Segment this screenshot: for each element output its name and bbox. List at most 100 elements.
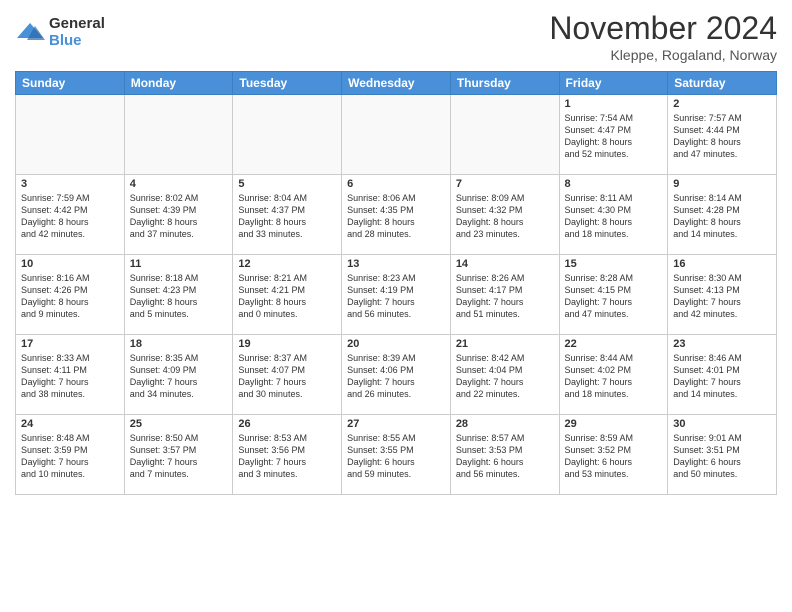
day-info: Sunrise: 8:33 AM Sunset: 4:11 PM Dayligh…: [21, 352, 119, 401]
day-info: Sunrise: 7:57 AM Sunset: 4:44 PM Dayligh…: [673, 112, 771, 161]
table-row: 29 Sunrise: 8:59 AM Sunset: 3:52 PM Dayli…: [559, 415, 668, 495]
logo-general-label: General: [49, 16, 105, 33]
day-info: Sunrise: 8:23 AM Sunset: 4:19 PM Dayligh…: [347, 272, 445, 321]
calendar-table: Sunday Monday Tuesday Wednesday Thursday…: [15, 71, 777, 495]
logo: General Blue: [15, 16, 105, 49]
day-number: 24: [21, 418, 119, 430]
week-row-4: 17 Sunrise: 8:33 AM Sunset: 4:11 PM Dayli…: [16, 335, 777, 415]
table-row: 24 Sunrise: 8:48 AM Sunset: 3:59 PM Dayli…: [16, 415, 125, 495]
day-info: Sunrise: 8:18 AM Sunset: 4:23 PM Dayligh…: [130, 272, 228, 321]
location-subtitle: Kleppe, Rogaland, Norway: [549, 47, 777, 63]
day-number: 8: [565, 178, 663, 190]
day-number: 25: [130, 418, 228, 430]
table-row: 1 Sunrise: 7:54 AM Sunset: 4:47 PM Daylig…: [559, 95, 668, 175]
day-number: 30: [673, 418, 771, 430]
week-row-2: 3Sunrise: 7:59 AM Sunset: 4:42 PM Daylig…: [16, 175, 777, 255]
col-thursday: Thursday: [450, 72, 559, 95]
logo-text: General Blue: [49, 16, 105, 49]
table-row: 6 Sunrise: 8:06 AM Sunset: 4:35 PM Daylig…: [342, 175, 451, 255]
logo-blue-label: Blue: [49, 33, 105, 50]
table-row: 25 Sunrise: 8:50 AM Sunset: 3:57 PM Dayli…: [124, 415, 233, 495]
day-number: 3: [21, 178, 119, 190]
col-monday: Monday: [124, 72, 233, 95]
day-number: 18: [130, 338, 228, 350]
table-row: 3Sunrise: 7:59 AM Sunset: 4:42 PM Daylig…: [16, 175, 125, 255]
day-info: Sunrise: 9:01 AM Sunset: 3:51 PM Dayligh…: [673, 432, 771, 481]
col-sunday: Sunday: [16, 72, 125, 95]
day-info: Sunrise: 8:28 AM Sunset: 4:15 PM Dayligh…: [565, 272, 663, 321]
day-info: Sunrise: 8:09 AM Sunset: 4:32 PM Dayligh…: [456, 192, 554, 241]
day-info: Sunrise: 8:48 AM Sunset: 3:59 PM Dayligh…: [21, 432, 119, 481]
day-number: 23: [673, 338, 771, 350]
day-number: 29: [565, 418, 663, 430]
day-number: 2: [673, 98, 771, 110]
day-number: 15: [565, 258, 663, 270]
day-info: Sunrise: 8:26 AM Sunset: 4:17 PM Dayligh…: [456, 272, 554, 321]
table-row: 17 Sunrise: 8:33 AM Sunset: 4:11 PM Dayli…: [16, 335, 125, 415]
table-row: [342, 95, 451, 175]
day-info: Sunrise: 8:11 AM Sunset: 4:30 PM Dayligh…: [565, 192, 663, 241]
day-info: Sunrise: 8:06 AM Sunset: 4:35 PM Dayligh…: [347, 192, 445, 241]
title-area: November 2024 Kleppe, Rogaland, Norway: [549, 10, 777, 63]
day-number: 14: [456, 258, 554, 270]
day-info: Sunrise: 8:16 AM Sunset: 4:26 PM Dayligh…: [21, 272, 119, 321]
day-info: Sunrise: 8:04 AM Sunset: 4:37 PM Dayligh…: [238, 192, 336, 241]
table-row: 7 Sunrise: 8:09 AM Sunset: 4:32 PM Daylig…: [450, 175, 559, 255]
table-row: 15 Sunrise: 8:28 AM Sunset: 4:15 PM Dayli…: [559, 255, 668, 335]
table-row: 16 Sunrise: 8:30 AM Sunset: 4:13 PM Dayli…: [668, 255, 777, 335]
day-number: 6: [347, 178, 445, 190]
day-number: 21: [456, 338, 554, 350]
day-info: Sunrise: 8:55 AM Sunset: 3:55 PM Dayligh…: [347, 432, 445, 481]
table-row: 20 Sunrise: 8:39 AM Sunset: 4:06 PM Dayli…: [342, 335, 451, 415]
table-row: [16, 95, 125, 175]
table-row: 21Sunrise: 8:42 AM Sunset: 4:04 PM Dayli…: [450, 335, 559, 415]
day-info: Sunrise: 8:44 AM Sunset: 4:02 PM Dayligh…: [565, 352, 663, 401]
table-row: 2 Sunrise: 7:57 AM Sunset: 4:44 PM Daylig…: [668, 95, 777, 175]
day-number: 7: [456, 178, 554, 190]
col-wednesday: Wednesday: [342, 72, 451, 95]
day-info: Sunrise: 8:35 AM Sunset: 4:09 PM Dayligh…: [130, 352, 228, 401]
table-row: 12Sunrise: 8:21 AM Sunset: 4:21 PM Dayli…: [233, 255, 342, 335]
table-row: [450, 95, 559, 175]
header: General Blue November 2024 Kleppe, Rogal…: [15, 10, 777, 63]
table-row: 26Sunrise: 8:53 AM Sunset: 3:56 PM Dayli…: [233, 415, 342, 495]
week-row-3: 10 Sunrise: 8:16 AM Sunset: 4:26 PM Dayli…: [16, 255, 777, 335]
table-row: 23Sunrise: 8:46 AM Sunset: 4:01 PM Dayli…: [668, 335, 777, 415]
day-info: Sunrise: 8:59 AM Sunset: 3:52 PM Dayligh…: [565, 432, 663, 481]
day-info: Sunrise: 8:37 AM Sunset: 4:07 PM Dayligh…: [238, 352, 336, 401]
table-row: 28Sunrise: 8:57 AM Sunset: 3:53 PM Dayli…: [450, 415, 559, 495]
day-number: 27: [347, 418, 445, 430]
day-info: Sunrise: 8:14 AM Sunset: 4:28 PM Dayligh…: [673, 192, 771, 241]
table-row: [124, 95, 233, 175]
day-number: 20: [347, 338, 445, 350]
day-number: 22: [565, 338, 663, 350]
day-number: 17: [21, 338, 119, 350]
day-info: Sunrise: 7:54 AM Sunset: 4:47 PM Dayligh…: [565, 112, 663, 161]
table-row: 5 Sunrise: 8:04 AM Sunset: 4:37 PM Daylig…: [233, 175, 342, 255]
calendar-header-row: Sunday Monday Tuesday Wednesday Thursday…: [16, 72, 777, 95]
day-info: Sunrise: 8:39 AM Sunset: 4:06 PM Dayligh…: [347, 352, 445, 401]
day-number: 5: [238, 178, 336, 190]
day-number: 26: [238, 418, 336, 430]
col-tuesday: Tuesday: [233, 72, 342, 95]
col-friday: Friday: [559, 72, 668, 95]
table-row: 30 Sunrise: 9:01 AM Sunset: 3:51 PM Dayli…: [668, 415, 777, 495]
calendar-page: General Blue November 2024 Kleppe, Rogal…: [0, 0, 792, 612]
table-row: [233, 95, 342, 175]
day-number: 13: [347, 258, 445, 270]
day-number: 9: [673, 178, 771, 190]
day-number: 10: [21, 258, 119, 270]
day-info: Sunrise: 8:50 AM Sunset: 3:57 PM Dayligh…: [130, 432, 228, 481]
day-number: 16: [673, 258, 771, 270]
table-row: 18 Sunrise: 8:35 AM Sunset: 4:09 PM Dayli…: [124, 335, 233, 415]
day-number: 1: [565, 98, 663, 110]
day-info: Sunrise: 8:02 AM Sunset: 4:39 PM Dayligh…: [130, 192, 228, 241]
day-info: Sunrise: 8:30 AM Sunset: 4:13 PM Dayligh…: [673, 272, 771, 321]
day-number: 11: [130, 258, 228, 270]
table-row: 10 Sunrise: 8:16 AM Sunset: 4:26 PM Dayli…: [16, 255, 125, 335]
table-row: 14 Sunrise: 8:26 AM Sunset: 4:17 PM Dayli…: [450, 255, 559, 335]
month-title: November 2024: [549, 10, 777, 47]
table-row: 19Sunrise: 8:37 AM Sunset: 4:07 PM Dayli…: [233, 335, 342, 415]
day-info: Sunrise: 8:21 AM Sunset: 4:21 PM Dayligh…: [238, 272, 336, 321]
day-info: Sunrise: 8:57 AM Sunset: 3:53 PM Dayligh…: [456, 432, 554, 481]
